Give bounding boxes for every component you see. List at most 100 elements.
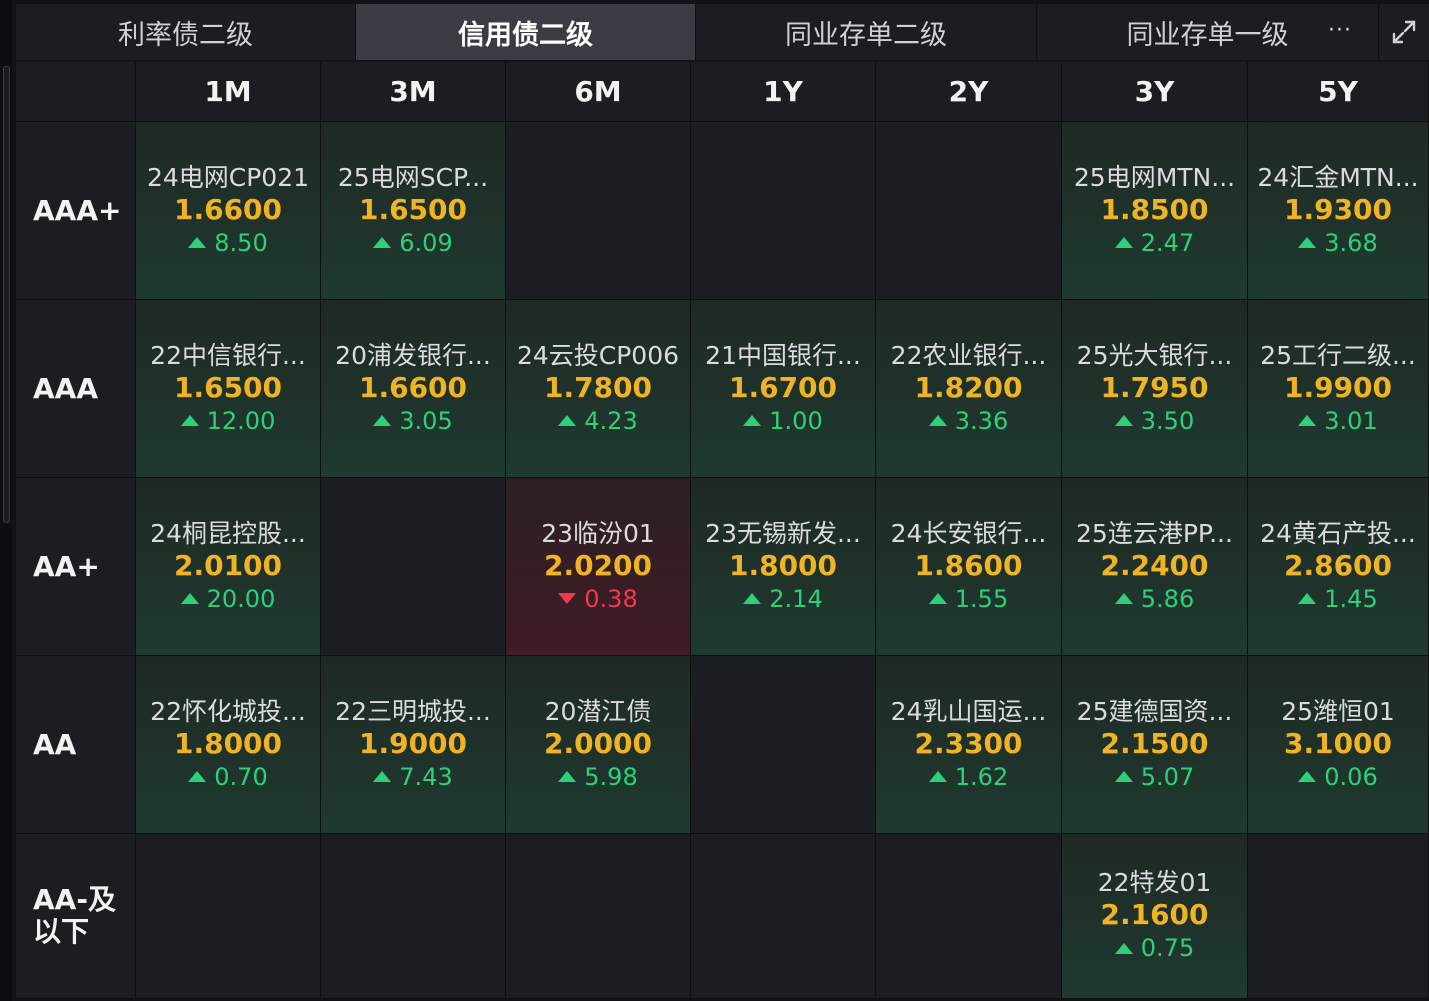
bond-name: 25光大银行... [1076, 340, 1233, 370]
bond-cell[interactable]: 22农业银行... 1.8200 3.36 [876, 300, 1062, 478]
scrollbar-handle[interactable] [3, 66, 10, 523]
col-header-1m[interactable]: 1M [136, 62, 321, 122]
tab-ncd-primary-label: 同业存单一级 [1126, 19, 1289, 51]
change-value: 7.43 [399, 762, 453, 791]
bond-yield: 1.9900 [1283, 370, 1393, 404]
bond-name: 25电网SCP... [337, 162, 489, 192]
change-value: 12.00 [206, 406, 276, 435]
bond-name: 22特发01 [1097, 868, 1212, 897]
bond-cell[interactable]: 25连云港PP... 2.2400 5.86 [1062, 478, 1248, 656]
bond-cell[interactable]: 24云投CP006 1.7800 4.23 [506, 300, 691, 478]
tab-ncd-secondary[interactable]: 同业存单二级 [696, 4, 1037, 60]
bond-change: 0.06 [1298, 761, 1378, 793]
col-header-1y[interactable]: 1Y [691, 62, 876, 122]
bond-yield: 1.8500 [1100, 192, 1209, 226]
bond-change: 2.47 [1114, 227, 1195, 259]
expand-button[interactable] [1379, 4, 1429, 60]
empty-cell [876, 834, 1062, 999]
bond-yield: 1.8600 [914, 548, 1023, 582]
triangle-up-icon [1114, 237, 1133, 248]
change-value: 20.00 [206, 584, 276, 613]
bond-change: 5.86 [1114, 583, 1194, 615]
change-value: 2.47 [1140, 228, 1195, 257]
change-value: 3.01 [1324, 406, 1378, 435]
bond-change: 3.05 [373, 405, 453, 437]
bond-cell[interactable]: 23临汾01 2.0200 0.38 [506, 478, 691, 656]
bond-cell[interactable]: 25建德国资... 2.1500 5.07 [1062, 656, 1248, 834]
rating-label: AA+ [16, 478, 136, 656]
triangle-up-icon [373, 771, 392, 782]
triangle-up-icon [188, 771, 207, 782]
bond-cell[interactable]: 20潜江债 2.0000 5.98 [506, 656, 691, 834]
bond-cell[interactable]: 25潍恒01 3.1000 0.06 [1248, 656, 1429, 834]
bond-cell[interactable]: 22怀化城投... 1.8000 0.70 [136, 656, 321, 834]
bond-cell[interactable]: 25工行二级... 1.9900 3.01 [1248, 300, 1429, 478]
change-value: 5.07 [1140, 762, 1195, 791]
bond-change: 1.45 [1298, 583, 1378, 615]
bond-cell[interactable]: 24长安银行... 1.8600 1.55 [876, 478, 1062, 656]
triangle-up-icon [558, 771, 577, 782]
col-header-6m[interactable]: 6M [506, 62, 691, 122]
bond-yield: 1.6600 [358, 370, 468, 404]
rating-label: AA [16, 656, 136, 834]
tab-credit-bond-secondary[interactable]: 信用债二级 [356, 4, 696, 60]
bond-change: 8.50 [188, 227, 268, 259]
bond-name: 22三明城投... [335, 696, 491, 726]
triangle-up-icon [928, 415, 947, 426]
bond-cell[interactable]: 22特发01 2.1600 0.75 [1062, 834, 1248, 999]
triangle-up-icon [1298, 593, 1317, 604]
rating-row: AA-及 以下 22特发01 2.1600 0.75 [16, 834, 1429, 999]
change-value: 8.50 [214, 228, 268, 257]
col-header-3y[interactable]: 3Y [1062, 62, 1248, 122]
bond-cell[interactable]: 22中信银行... 1.6500 12.00 [136, 300, 321, 478]
bond-yield: 1.9300 [1283, 192, 1393, 226]
col-header-5y[interactable]: 5Y [1248, 62, 1429, 122]
more-icon[interactable]: ··· [1328, 18, 1352, 43]
bond-cell[interactable]: 25电网SCP... 1.6500 6.09 [321, 122, 506, 300]
bond-cell[interactable]: 24汇金MTN... 1.9300 3.68 [1248, 122, 1429, 300]
change-value: 3.36 [954, 406, 1009, 435]
change-value: 0.75 [1140, 934, 1195, 962]
bond-change: 7.43 [373, 761, 453, 793]
triangle-up-icon [1114, 415, 1133, 426]
bond-change: 12.00 [180, 405, 276, 437]
bond-name: 24长安银行... [890, 518, 1047, 548]
bond-change: 5.07 [1114, 761, 1195, 793]
matrix-body: AAA+ 24电网CP021 1.6600 8.50 25电网SCP... 1.6500 6… [16, 122, 1429, 999]
bond-cell[interactable]: 24乳山国运... 2.3300 1.62 [876, 656, 1062, 834]
bond-yield: 2.1600 [1100, 898, 1209, 931]
bond-cell[interactable]: 24电网CP021 1.6600 8.50 [136, 122, 321, 300]
triangle-up-icon [1114, 771, 1133, 782]
bond-cell[interactable]: 21中国银行... 1.6700 1.00 [691, 300, 876, 478]
rating-row: AAA+ 24电网CP021 1.6600 8.50 25电网SCP... 1.6500 6… [16, 122, 1429, 300]
change-value: 6.09 [399, 228, 453, 257]
bond-cell[interactable]: 24桐昆控股... 2.0100 20.00 [136, 478, 321, 656]
bond-cell[interactable]: 24黄石产投... 2.8600 1.45 [1248, 478, 1429, 656]
bond-change: 0.75 [1114, 932, 1195, 964]
bond-cell[interactable]: 22三明城投... 1.9000 7.43 [321, 656, 506, 834]
bond-cell[interactable]: 25电网MTN... 1.8500 2.47 [1062, 122, 1248, 300]
bond-yield: 1.6500 [358, 192, 468, 226]
bond-yield: 2.1500 [1100, 726, 1209, 760]
bond-cell[interactable]: 20浦发银行... 1.6600 3.05 [321, 300, 506, 478]
col-header-3m[interactable]: 3M [321, 62, 506, 122]
triangle-up-icon [188, 237, 207, 248]
header-row: 1M 3M 6M 1Y 2Y 3Y 5Y [16, 62, 1429, 122]
bond-cell[interactable]: 23无锡新发... 1.8000 2.14 [691, 478, 876, 656]
tab-ncd-primary[interactable]: 同业存单一级 ··· [1037, 4, 1379, 60]
empty-cell [321, 834, 506, 999]
empty-cell [136, 834, 321, 999]
bond-yield: 1.8000 [173, 726, 283, 760]
left-panel-edge [0, 0, 12, 1001]
col-header-2y[interactable]: 2Y [876, 62, 1062, 122]
change-value: 5.98 [584, 762, 638, 791]
bond-name: 20浦发银行... [335, 340, 491, 370]
rating-row: AA 22怀化城投... 1.8000 0.70 22三明城投... 1.9000 7.43… [16, 656, 1429, 834]
rating-row: AA+ 24桐昆控股... 2.0100 20.00 23临汾01 2.0200 0.38 2… [16, 478, 1429, 656]
tab-bar: 利率债二级 信用债二级 同业存单二级 同业存单一级 ··· [16, 4, 1429, 60]
triangle-up-icon [180, 593, 199, 604]
triangle-up-icon [373, 237, 392, 248]
bond-cell[interactable]: 25光大银行... 1.7950 3.50 [1062, 300, 1248, 478]
bond-change: 6.09 [373, 227, 453, 259]
tab-rate-bond-secondary[interactable]: 利率债二级 [16, 4, 356, 60]
